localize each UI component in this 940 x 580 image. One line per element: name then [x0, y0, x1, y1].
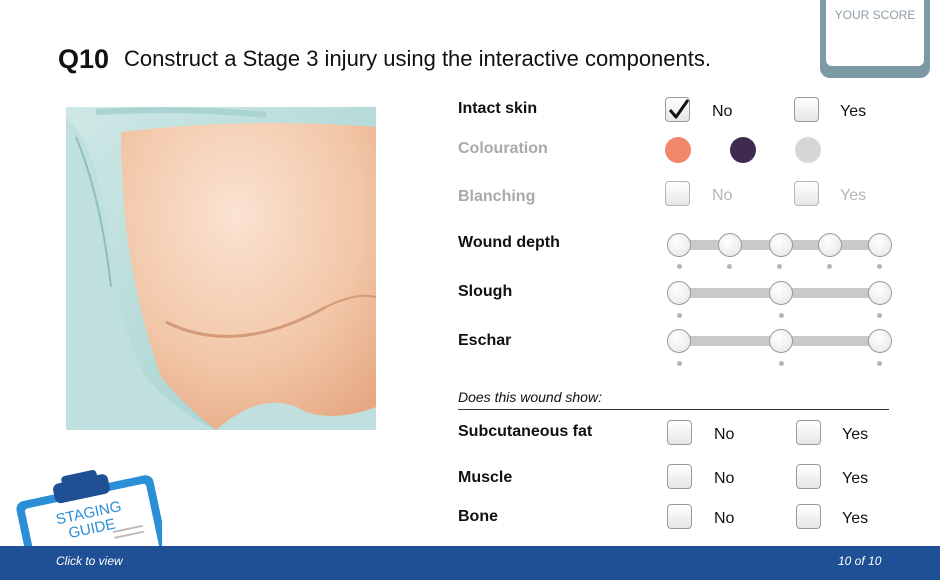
muscle-label: Muscle: [458, 469, 513, 486]
blanching-label: Blanching: [458, 188, 536, 205]
wound-depth-tick: [777, 264, 782, 269]
bone-no-checkbox[interactable]: [667, 504, 692, 529]
eschar-knob-1[interactable]: [667, 329, 691, 353]
eschar-tick: [677, 361, 682, 366]
slough-tick: [779, 313, 784, 318]
eschar-label: Eschar: [458, 332, 512, 349]
blanching-no-checkbox[interactable]: [665, 181, 690, 206]
blanching-no-label: No: [712, 187, 733, 204]
click-to-view-link[interactable]: Click to view: [56, 554, 123, 568]
subcutaneous-fat-yes-label: Yes: [842, 426, 869, 443]
checkmark-icon: [668, 99, 690, 119]
subcutaneous-fat-yes-checkbox[interactable]: [796, 420, 821, 445]
muscle-yes-checkbox[interactable]: [796, 464, 821, 489]
subcutaneous-fat-no-label: No: [714, 426, 735, 443]
bone-yes-checkbox[interactable]: [796, 504, 821, 529]
shows-heading: Does this wound show:: [458, 389, 602, 405]
eschar-tick: [877, 361, 882, 366]
staging-guide-button[interactable]: STAGING GUIDE: [12, 470, 170, 580]
wound-depth-knob-5[interactable]: [868, 233, 892, 257]
eschar-knob-3[interactable]: [868, 329, 892, 353]
score-label: YOUR SCORE: [834, 8, 916, 22]
muscle-no-label: No: [714, 470, 735, 487]
bone-no-label: No: [714, 510, 735, 527]
wound-depth-tick: [827, 264, 832, 269]
wound-depth-knob-2[interactable]: [718, 233, 742, 257]
slough-tick: [677, 313, 682, 318]
slough-knob-2[interactable]: [769, 281, 793, 305]
muscle-no-checkbox[interactable]: [667, 464, 692, 489]
bone-label: Bone: [458, 508, 498, 525]
divider: [458, 409, 889, 410]
intact-skin-no-label: No: [712, 103, 733, 120]
slough-label: Slough: [458, 283, 513, 300]
wound-depth-tick: [677, 264, 682, 269]
footer-bar: [0, 546, 940, 580]
intact-skin-yes-label: Yes: [840, 103, 867, 120]
blanching-yes-label: Yes: [840, 187, 867, 204]
clipboard-icon: STAGING GUIDE: [16, 470, 170, 580]
slough-tick: [877, 313, 882, 318]
question-text: Construct a Stage 3 injury using the int…: [124, 46, 711, 71]
slough-knob-3[interactable]: [868, 281, 892, 305]
blanching-yes-checkbox[interactable]: [794, 181, 819, 206]
subcutaneous-fat-no-checkbox[interactable]: [667, 420, 692, 445]
colour-purple-swatch[interactable]: [730, 137, 756, 163]
wound-depth-tick: [877, 264, 882, 269]
colouration-label: Colouration: [458, 140, 548, 157]
colour-red-swatch[interactable]: [665, 137, 691, 163]
page-indicator: 10 of 10: [838, 554, 882, 568]
wound-depth-label: Wound depth: [458, 234, 560, 251]
bone-yes-label: Yes: [842, 510, 869, 527]
wound-depth-tick: [727, 264, 732, 269]
intact-skin-label: Intact skin: [458, 100, 538, 117]
subcutaneous-fat-label: Subcutaneous fat: [458, 423, 593, 440]
colour-grey-swatch[interactable]: [795, 137, 821, 163]
wound-depth-knob-3[interactable]: [769, 233, 793, 257]
slough-knob-1[interactable]: [667, 281, 691, 305]
intact-skin-yes-checkbox[interactable]: [794, 97, 819, 122]
eschar-knob-2[interactable]: [769, 329, 793, 353]
eschar-tick: [779, 361, 784, 366]
wound-depth-knob-4[interactable]: [818, 233, 842, 257]
wound-depth-knob-1[interactable]: [667, 233, 691, 257]
intact-skin-no-checkbox[interactable]: [665, 97, 690, 122]
question-number: Q10: [58, 44, 110, 74]
muscle-yes-label: Yes: [842, 470, 869, 487]
skin-illustration: [66, 107, 376, 430]
